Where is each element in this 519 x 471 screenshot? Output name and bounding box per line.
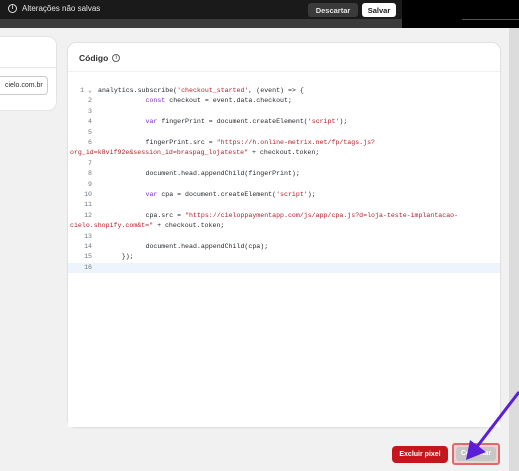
line-number: 8 (88, 170, 92, 178)
code-text: cpa.src = "https://cieloppaymentapp.com/… (98, 211, 459, 219)
code-line[interactable]: 6 fingerPrint.src = "https://h.online-me… (68, 138, 500, 148)
code-line[interactable]: 14 document.head.appendChild(cpa); (68, 242, 500, 252)
code-text: fingerPrint.src = "https://h.online-metr… (98, 139, 375, 146)
top-right-area (402, 0, 519, 28)
code-text: analytics.subscribe('checkout_started', … (98, 87, 304, 94)
line-number: 2 (88, 97, 92, 105)
line-number: 6 (88, 139, 92, 146)
line-number: 9 (88, 180, 92, 188)
code-line[interactable]: 10 var cpa = document.createElement('scr… (68, 190, 500, 200)
divider (462, 19, 519, 20)
code-title: Código i (79, 53, 121, 63)
unsaved-message-text: Alterações não salvas (22, 4, 101, 13)
code-line[interactable]: 12 cpa.src = "https://cieloppaymentapp.c… (68, 211, 500, 221)
code-title-text: Código (79, 53, 109, 63)
code-text: org_id=k8vif92e&session_id=braspag_lojat… (70, 149, 320, 157)
info-icon: i (8, 4, 17, 13)
code-text: var fingerPrint = document.createElement… (145, 118, 348, 126)
line-number: 14 (84, 243, 92, 250)
line-number: 4 (88, 118, 92, 126)
code-line[interactable]: 16 (68, 262, 500, 273)
code-line[interactable]: 2 const checkout = event.data.checkout; (68, 96, 500, 106)
line-number: 13 (84, 232, 92, 240)
connect-button[interactable]: Conectar (456, 447, 496, 461)
settings-card (0, 37, 56, 110)
discard-button[interactable]: Descartar (308, 3, 358, 17)
code-line[interactable]: 1 ⌄ analytics.subscribe('checkout_started… (68, 86, 500, 96)
divider (0, 67, 56, 68)
line-number: 10 (84, 191, 92, 198)
code-text: cielo.shopify.com&t=" + checkout.token; (70, 222, 225, 230)
line-number: 5 (88, 128, 92, 136)
code-line[interactable]: 11 (68, 200, 500, 210)
line-number: 16 (84, 263, 92, 271)
unsaved-message: i Alterações não salvas (8, 4, 100, 13)
info-icon[interactable]: i (112, 54, 121, 62)
code-text: var cpa = document.createElement('script… (145, 191, 316, 198)
code-text: document.head.appendChild(cpa); (98, 243, 269, 250)
code-editor[interactable]: 1 ⌄ analytics.subscribe('checkout_started… (68, 71, 500, 427)
scroll-edge (509, 28, 519, 471)
code-text: }); (98, 253, 134, 261)
code-text: const checkout = event.data.checkout; (145, 97, 292, 105)
code-line[interactable]: org_id=k8vif92e&session_id=braspag_lojat… (68, 148, 500, 158)
code-line[interactable]: 3 (68, 107, 500, 117)
code-line[interactable]: 4 var fingerPrint = document.createEleme… (68, 117, 500, 127)
code-line[interactable]: cielo.shopify.com&t=" + checkout.token; (68, 221, 500, 231)
delete-pixel-button[interactable]: Excluir pixel (392, 446, 448, 463)
code-line[interactable]: 9 (68, 180, 500, 190)
line-number: 1 ⌄ (80, 87, 92, 94)
line-number: 11 (84, 201, 92, 209)
connect-button-highlight: Conectar (452, 443, 500, 465)
code-card: Código i 1 ⌄ analytics.subscribe('checkou… (68, 43, 500, 427)
code-line[interactable]: 7 (68, 159, 500, 169)
code-line[interactable]: 13 (68, 232, 500, 242)
line-number: 15 (84, 253, 92, 261)
line-number: 12 (84, 211, 92, 219)
save-button[interactable]: Salvar (362, 3, 396, 17)
line-number: 7 (88, 159, 92, 167)
overlay-strip (0, 19, 402, 28)
code-line[interactable]: 5 (68, 128, 500, 138)
code-line[interactable]: 8 document.head.appendChild(fingerPrint)… (68, 169, 500, 179)
code-text: document.head.appendChild(fingerPrint); (98, 170, 300, 178)
code-line[interactable]: 15 }); (68, 252, 500, 262)
line-number: 3 (88, 107, 92, 115)
domain-field[interactable]: cielo.com.br (0, 76, 48, 95)
